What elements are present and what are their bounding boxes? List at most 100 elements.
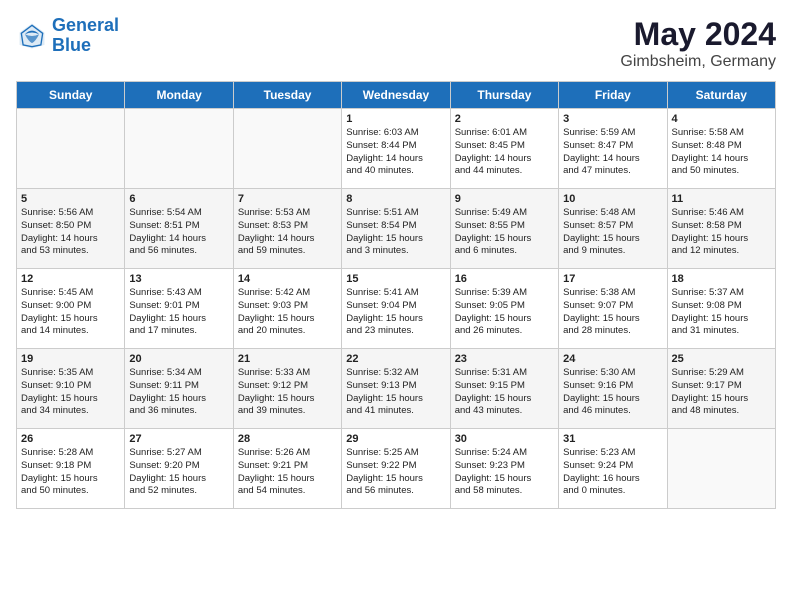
day-info: Sunrise: 5:49 AM Sunset: 8:55 PM Dayligh… (455, 207, 554, 258)
day-cell: 21 Sunrise: 5:33 AM Sunset: 9:12 PM Dayli… (233, 349, 341, 429)
day-info: Sunrise: 5:33 AM Sunset: 9:12 PM Dayligh… (238, 367, 337, 418)
day-number: 31 (563, 433, 662, 445)
day-number: 25 (672, 353, 771, 365)
day-cell: 14 Sunrise: 5:42 AM Sunset: 9:03 PM Dayli… (233, 269, 341, 349)
header-cell-wednesday: Wednesday (342, 82, 450, 109)
day-info: Sunrise: 5:27 AM Sunset: 9:20 PM Dayligh… (129, 447, 228, 498)
logo-text: General Blue (52, 16, 119, 56)
header-cell-tuesday: Tuesday (233, 82, 341, 109)
day-number: 3 (563, 113, 662, 125)
week-row-2: 5Sunrise: 5:56 AM Sunset: 8:50 PM Daylig… (17, 189, 776, 269)
day-info: Sunrise: 5:31 AM Sunset: 9:15 PM Dayligh… (455, 367, 554, 418)
day-cell: 8Sunrise: 5:51 AM Sunset: 8:54 PM Daylig… (342, 189, 450, 269)
day-number: 24 (563, 353, 662, 365)
calendar-body: 1Sunrise: 6:03 AM Sunset: 8:44 PM Daylig… (17, 109, 776, 509)
page-header: General Blue May 2024 Gimbsheim, Germany (16, 16, 776, 71)
day-number: 5 (21, 193, 120, 205)
day-cell: 6 Sunrise: 5:54 AM Sunset: 8:51 PM Daylig… (125, 189, 233, 269)
day-info: Sunrise: 5:42 AM Sunset: 9:03 PM Dayligh… (238, 287, 337, 338)
header-cell-thursday: Thursday (450, 82, 558, 109)
day-cell: 16 Sunrise: 5:39 AM Sunset: 9:05 PM Dayli… (450, 269, 558, 349)
day-number: 9 (455, 193, 554, 205)
day-cell: 10 Sunrise: 5:48 AM Sunset: 8:57 PM Dayli… (559, 189, 667, 269)
day-number: 23 (455, 353, 554, 365)
day-number: 17 (563, 273, 662, 285)
day-number: 10 (563, 193, 662, 205)
day-cell (667, 429, 775, 509)
day-cell: 18 Sunrise: 5:37 AM Sunset: 9:08 PM Dayli… (667, 269, 775, 349)
day-info: Sunrise: 5:30 AM Sunset: 9:16 PM Dayligh… (563, 367, 662, 418)
calendar-header: SundayMondayTuesdayWednesdayThursdayFrid… (17, 82, 776, 109)
day-number: 20 (129, 353, 228, 365)
logo: General Blue (16, 16, 119, 56)
day-cell: 9 Sunrise: 5:49 AM Sunset: 8:55 PM Daylig… (450, 189, 558, 269)
day-cell: 11 Sunrise: 5:46 AM Sunset: 8:58 PM Dayli… (667, 189, 775, 269)
day-info: Sunrise: 5:24 AM Sunset: 9:23 PM Dayligh… (455, 447, 554, 498)
day-cell (233, 109, 341, 189)
day-info: Sunrise: 5:37 AM Sunset: 9:08 PM Dayligh… (672, 287, 771, 338)
day-number: 7 (238, 193, 337, 205)
day-cell: 22 Sunrise: 5:32 AM Sunset: 9:13 PM Dayli… (342, 349, 450, 429)
day-cell: 3Sunrise: 5:59 AM Sunset: 8:47 PM Daylig… (559, 109, 667, 189)
header-cell-saturday: Saturday (667, 82, 775, 109)
main-title: May 2024 (620, 16, 776, 53)
header-cell-sunday: Sunday (17, 82, 125, 109)
calendar-table: SundayMondayTuesdayWednesdayThursdayFrid… (16, 81, 776, 509)
day-cell: 25 Sunrise: 5:29 AM Sunset: 9:17 PM Dayli… (667, 349, 775, 429)
day-number: 18 (672, 273, 771, 285)
week-row-1: 1Sunrise: 6:03 AM Sunset: 8:44 PM Daylig… (17, 109, 776, 189)
day-info: Sunrise: 5:43 AM Sunset: 9:01 PM Dayligh… (129, 287, 228, 338)
day-cell: 13 Sunrise: 5:43 AM Sunset: 9:01 PM Dayli… (125, 269, 233, 349)
day-number: 14 (238, 273, 337, 285)
day-number: 11 (672, 193, 771, 205)
day-number: 8 (346, 193, 445, 205)
day-info: Sunrise: 6:01 AM Sunset: 8:45 PM Dayligh… (455, 127, 554, 178)
day-number: 13 (129, 273, 228, 285)
day-number: 28 (238, 433, 337, 445)
day-cell: 19Sunrise: 5:35 AM Sunset: 9:10 PM Dayli… (17, 349, 125, 429)
day-number: 6 (129, 193, 228, 205)
day-info: Sunrise: 5:23 AM Sunset: 9:24 PM Dayligh… (563, 447, 662, 498)
day-number: 16 (455, 273, 554, 285)
day-number: 29 (346, 433, 445, 445)
day-number: 30 (455, 433, 554, 445)
day-number: 2 (455, 113, 554, 125)
day-cell: 17 Sunrise: 5:38 AM Sunset: 9:07 PM Dayli… (559, 269, 667, 349)
day-cell: 26Sunrise: 5:28 AM Sunset: 9:18 PM Dayli… (17, 429, 125, 509)
day-cell (17, 109, 125, 189)
day-info: Sunrise: 5:54 AM Sunset: 8:51 PM Dayligh… (129, 207, 228, 258)
week-row-5: 26Sunrise: 5:28 AM Sunset: 9:18 PM Dayli… (17, 429, 776, 509)
day-number: 22 (346, 353, 445, 365)
day-cell: 1Sunrise: 6:03 AM Sunset: 8:44 PM Daylig… (342, 109, 450, 189)
day-cell: 4Sunrise: 5:58 AM Sunset: 8:48 PM Daylig… (667, 109, 775, 189)
header-cell-friday: Friday (559, 82, 667, 109)
week-row-4: 19Sunrise: 5:35 AM Sunset: 9:10 PM Dayli… (17, 349, 776, 429)
day-info: Sunrise: 5:35 AM Sunset: 9:10 PM Dayligh… (21, 367, 120, 418)
day-cell: 5Sunrise: 5:56 AM Sunset: 8:50 PM Daylig… (17, 189, 125, 269)
day-cell: 27 Sunrise: 5:27 AM Sunset: 9:20 PM Dayli… (125, 429, 233, 509)
day-info: Sunrise: 5:25 AM Sunset: 9:22 PM Dayligh… (346, 447, 445, 498)
day-cell: 15 Sunrise: 5:41 AM Sunset: 9:04 PM Dayli… (342, 269, 450, 349)
day-number: 27 (129, 433, 228, 445)
day-number: 21 (238, 353, 337, 365)
day-info: Sunrise: 5:32 AM Sunset: 9:13 PM Dayligh… (346, 367, 445, 418)
day-info: Sunrise: 5:29 AM Sunset: 9:17 PM Dayligh… (672, 367, 771, 418)
day-number: 15 (346, 273, 445, 285)
logo-icon (16, 20, 48, 52)
header-cell-monday: Monday (125, 82, 233, 109)
day-number: 12 (21, 273, 120, 285)
day-number: 4 (672, 113, 771, 125)
day-cell: 2 Sunrise: 6:01 AM Sunset: 8:45 PM Daylig… (450, 109, 558, 189)
day-cell: 30 Sunrise: 5:24 AM Sunset: 9:23 PM Dayli… (450, 429, 558, 509)
day-cell: 20Sunrise: 5:34 AM Sunset: 9:11 PM Dayli… (125, 349, 233, 429)
day-info: Sunrise: 5:46 AM Sunset: 8:58 PM Dayligh… (672, 207, 771, 258)
day-info: Sunrise: 5:53 AM Sunset: 8:53 PM Dayligh… (238, 207, 337, 258)
day-info: Sunrise: 5:41 AM Sunset: 9:04 PM Dayligh… (346, 287, 445, 338)
day-info: Sunrise: 5:38 AM Sunset: 9:07 PM Dayligh… (563, 287, 662, 338)
day-info: Sunrise: 5:39 AM Sunset: 9:05 PM Dayligh… (455, 287, 554, 338)
day-cell (125, 109, 233, 189)
day-info: Sunrise: 5:48 AM Sunset: 8:57 PM Dayligh… (563, 207, 662, 258)
day-cell: 7 Sunrise: 5:53 AM Sunset: 8:53 PM Daylig… (233, 189, 341, 269)
subtitle: Gimbsheim, Germany (620, 53, 776, 71)
day-info: Sunrise: 6:03 AM Sunset: 8:44 PM Dayligh… (346, 127, 445, 178)
